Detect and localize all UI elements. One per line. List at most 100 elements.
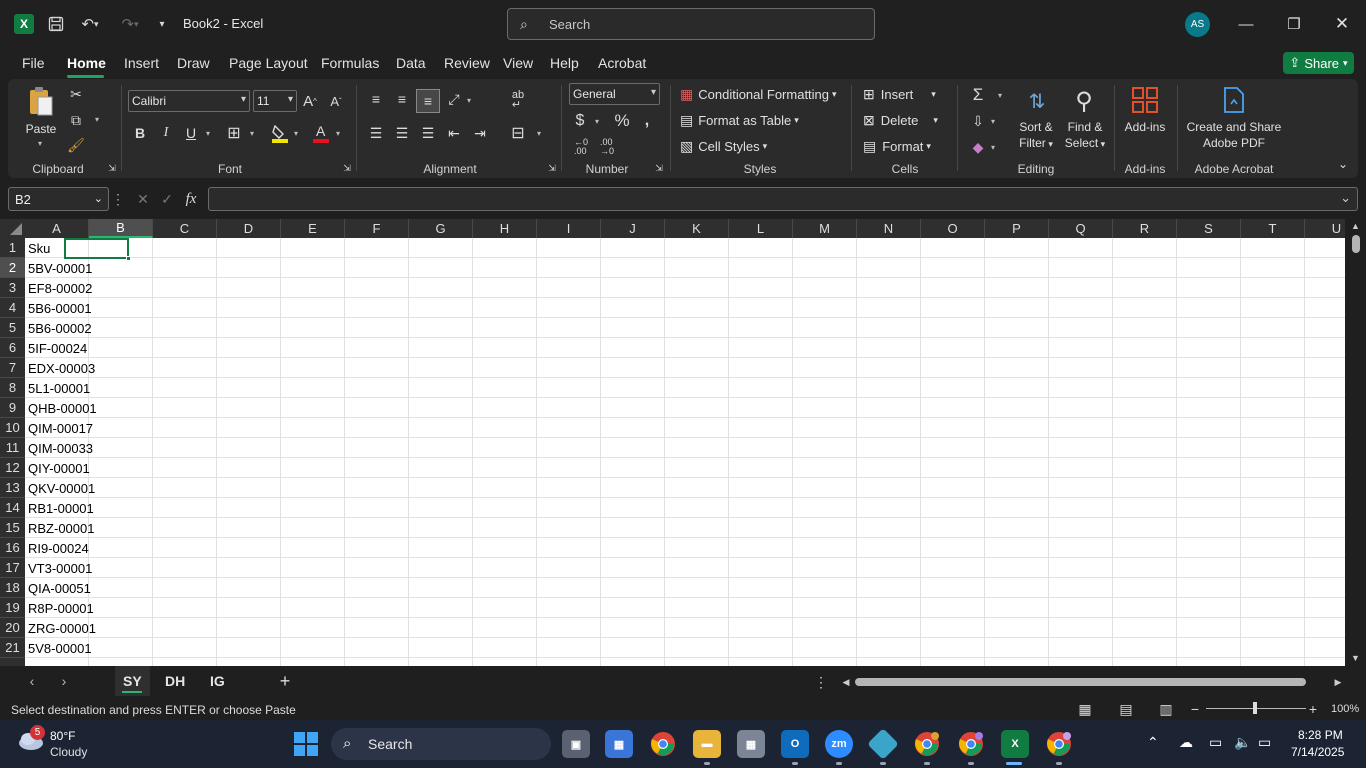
decrease-indent-icon[interactable]: ⇤ <box>444 123 464 143</box>
cell-a2[interactable]: 5BV-00001 <box>28 258 92 278</box>
column-header-b[interactable]: B <box>89 219 153 238</box>
restore-icon[interactable]: ❐ <box>1282 12 1306 36</box>
tab-help[interactable]: Help <box>550 55 579 71</box>
save-icon[interactable] <box>46 14 66 34</box>
font-launcher-icon[interactable]: ⇲ <box>342 162 352 174</box>
scroll-right-icon[interactable]: ▶ <box>1332 675 1344 689</box>
battery-icon[interactable]: ▭ <box>1258 734 1271 751</box>
close-icon[interactable]: ✕ <box>1330 12 1354 36</box>
cut-icon[interactable]: ✂ <box>67 85 85 103</box>
conditional-formatting-button[interactable]: ▦ Conditional Formatting ▾ <box>680 86 837 103</box>
row-header[interactable]: 13 <box>0 478 25 498</box>
tab-draw[interactable]: Draw <box>177 55 210 71</box>
weather-temperature[interactable]: 80°F <box>50 729 75 743</box>
cell-area[interactable]: Sku 5BV-00001 EF8-00002 5B6-00001 5B6-00002 5… <box>25 238 1345 666</box>
tab-view[interactable]: View <box>503 55 533 71</box>
copy-dropdown-icon[interactable]: ▾ <box>95 115 99 124</box>
top-align-icon[interactable]: ≡ <box>366 89 386 109</box>
cell-a11[interactable]: QIM-00033 <box>28 438 93 458</box>
vertical-scroll-thumb[interactable] <box>1352 235 1360 253</box>
add-sheet-icon[interactable]: + <box>276 671 294 691</box>
share-button[interactable]: ⇪ Share ▾ <box>1283 52 1354 74</box>
sheet-tab-sy[interactable]: SY <box>123 673 142 689</box>
orientation-icon[interactable]: ⤢ <box>444 89 464 109</box>
cell-a12[interactable]: QIY-00001 <box>28 458 90 478</box>
collapse-ribbon-icon[interactable]: ⌄ <box>1335 157 1351 171</box>
increase-decimal-icon[interactable]: ←0.00 <box>571 137 591 157</box>
zoom-level[interactable]: 100% <box>1331 703 1359 715</box>
search-input[interactable]: ⌕ Search <box>507 8 875 40</box>
clear-dropdown-icon[interactable]: ▾ <box>991 143 995 152</box>
scroll-up-icon[interactable]: ▲ <box>1351 221 1360 231</box>
column-header-e[interactable]: E <box>281 219 345 238</box>
add-ins-icon[interactable] <box>1130 85 1160 115</box>
tab-data[interactable]: Data <box>396 55 426 71</box>
tab-formulas[interactable]: Formulas <box>321 55 379 71</box>
name-box[interactable]: B2 ⌄ <box>8 187 109 211</box>
cell-a9[interactable]: QHB-00001 <box>28 398 97 418</box>
zoom-slider-thumb[interactable] <box>1253 702 1257 714</box>
cell-a8[interactable]: 5L1-00001 <box>28 378 90 398</box>
font-color-dropdown-icon[interactable]: ▾ <box>336 129 340 138</box>
cell-a18[interactable]: QIA-00051 <box>28 578 91 598</box>
next-sheet-icon[interactable]: › <box>57 673 71 689</box>
undo-icon[interactable]: ↶ ▾ <box>76 14 104 34</box>
row-header[interactable]: 11 <box>0 438 25 458</box>
select-all-corner[interactable] <box>0 219 25 238</box>
fill-color-dropdown-icon[interactable]: ▾ <box>294 129 298 138</box>
column-header-u[interactable]: U <box>1305 219 1345 238</box>
row-header[interactable]: 18 <box>0 578 25 598</box>
column-header-s[interactable]: S <box>1177 219 1241 238</box>
italic-button[interactable]: I <box>157 123 175 143</box>
clear-icon[interactable]: ◆ <box>968 137 988 157</box>
row-header[interactable]: 16 <box>0 538 25 558</box>
cell-a21[interactable]: 5V8-00001 <box>28 638 92 658</box>
row-header[interactable]: 17 <box>0 558 25 578</box>
column-header-t[interactable]: T <box>1241 219 1305 238</box>
find-select-button[interactable]: Find & Select ▾ <box>1060 119 1110 152</box>
alignment-launcher-icon[interactable]: ⇲ <box>547 162 557 174</box>
row-header[interactable]: 14 <box>0 498 25 518</box>
cell-a13[interactable]: QKV-00001 <box>28 478 95 498</box>
sheet-tab-ig[interactable]: IG <box>210 673 225 689</box>
zoom-app-icon[interactable]: zm <box>825 730 853 758</box>
scroll-left-icon[interactable]: ◀ <box>840 675 852 689</box>
currency-icon[interactable]: $ <box>572 111 588 131</box>
tab-acrobat[interactable]: Acrobat <box>598 55 646 71</box>
fill-handle[interactable] <box>126 256 131 261</box>
middle-align-icon[interactable]: ≡ <box>392 89 412 109</box>
column-header-m[interactable]: M <box>793 219 857 238</box>
bottom-align-icon[interactable]: ≡ <box>416 89 440 113</box>
page-break-view-icon[interactable]: ▥ <box>1157 700 1175 718</box>
row-header[interactable]: 10 <box>0 418 25 438</box>
page-layout-view-icon[interactable]: ▤ <box>1117 700 1135 718</box>
fill-color-icon[interactable] <box>270 122 290 144</box>
cell-a5[interactable]: 5B6-00002 <box>28 318 92 338</box>
cell-a6[interactable]: 5IF-00024 <box>28 338 87 358</box>
row-header[interactable]: 19 <box>0 598 25 618</box>
column-header-c[interactable]: C <box>153 219 217 238</box>
paste-label[interactable]: Paste <box>23 121 59 137</box>
formula-input[interactable]: ⌄ <box>208 187 1358 211</box>
merge-center-icon[interactable]: ⊟ <box>508 123 528 143</box>
customize-toolbar-icon[interactable]: ▾ <box>155 14 169 34</box>
row-header[interactable]: 7 <box>0 358 25 378</box>
borders-dropdown-icon[interactable]: ▾ <box>250 129 254 138</box>
fill-dropdown-icon[interactable]: ▾ <box>991 117 995 126</box>
microsoft-store-icon[interactable]: ▦ <box>605 730 633 758</box>
column-header-k[interactable]: K <box>665 219 729 238</box>
decrease-decimal-icon[interactable]: .00 →0 <box>597 137 617 157</box>
column-header-n[interactable]: N <box>857 219 921 238</box>
horizontal-scroll-thumb[interactable] <box>855 678 1306 686</box>
sheet-tab-dh[interactable]: DH <box>165 673 185 689</box>
volume-icon[interactable]: 🔈 <box>1234 734 1251 751</box>
normal-view-icon[interactable]: ▦ <box>1076 700 1094 718</box>
find-select-icon[interactable]: ⚲ <box>1068 85 1100 117</box>
zoom-out-icon[interactable]: − <box>1189 700 1201 718</box>
bold-button[interactable]: B <box>131 123 149 143</box>
font-name-select[interactable]: Calibri ▾ <box>128 90 250 112</box>
insert-function-icon[interactable]: fx <box>182 190 200 208</box>
chrome-profile-icon[interactable] <box>1045 730 1073 758</box>
scroll-down-icon[interactable]: ▼ <box>1351 653 1360 663</box>
outlook-icon[interactable]: O <box>781 730 809 758</box>
